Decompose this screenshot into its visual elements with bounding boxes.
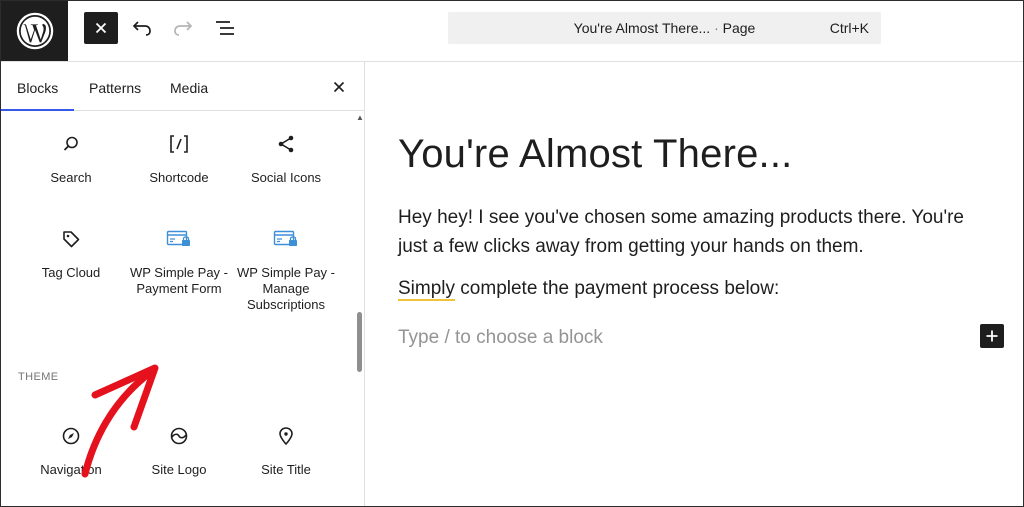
page-title[interactable]: You're Almost There... — [398, 132, 792, 177]
title-separator: · — [714, 20, 719, 36]
editor-window: You're Almost There... · Page Ctrl+K Blo… — [0, 0, 1024, 507]
paragraph-block[interactable]: Hey hey! I see you've chosen some amazin… — [398, 203, 998, 261]
scroll-up-arrow[interactable]: ▲ — [356, 113, 364, 122]
document-title: You're Almost There... — [573, 20, 711, 36]
block-wp-simple-pay-manage-subscriptions[interactable]: WP Simple Pay - Manage Subscriptions — [231, 227, 341, 313]
shortcode-icon — [170, 135, 188, 153]
redo-button[interactable] — [169, 14, 197, 42]
tag-icon — [63, 231, 80, 248]
document-overview-button[interactable] — [211, 14, 239, 42]
payment-form-icon — [273, 230, 297, 246]
tab-blocks[interactable]: Blocks — [1, 80, 75, 111]
scrollbar-thumb[interactable] — [357, 312, 362, 372]
block-label: Search — [50, 170, 92, 185]
search-icon — [63, 136, 78, 151]
paragraph-text: complete the payment process below: — [455, 278, 780, 299]
document-title-label: You're Almost There... · Page — [448, 20, 881, 36]
wordpress-icon — [16, 12, 53, 50]
block-label: Shortcode — [149, 170, 209, 185]
block-label: Social Icons — [250, 170, 322, 185]
close-icon — [95, 22, 107, 34]
tab-media[interactable]: Media — [170, 80, 208, 96]
close-icon — [333, 81, 345, 93]
block-social-icons[interactable]: Social Icons — [231, 132, 341, 186]
block-label: WP Simple Pay - Manage Subscriptions — [236, 265, 335, 312]
block-label: Tag Cloud — [41, 265, 101, 280]
block-site-title[interactable]: Site Title — [231, 424, 341, 478]
paragraph-block[interactable]: Simply complete the payment process belo… — [398, 278, 779, 300]
wordpress-logo[interactable] — [1, 1, 68, 61]
block-shortcode[interactable]: Shortcode — [124, 132, 234, 186]
undo-icon — [132, 21, 151, 36]
annotation-arrow — [81, 364, 159, 478]
share-icon — [278, 135, 294, 153]
document-type: Page — [722, 20, 756, 36]
block-wp-simple-pay-payment-form[interactable]: WP Simple Pay - Payment Form — [124, 227, 234, 297]
block-search[interactable]: Search — [16, 132, 126, 186]
plus-icon — [986, 330, 998, 342]
close-panel-button[interactable] — [328, 76, 350, 98]
keyboard-shortcut: Ctrl+K — [829, 20, 869, 36]
misspelled-word: Simply — [398, 278, 456, 299]
block-tag-cloud[interactable]: Tag Cloud — [16, 227, 126, 281]
payment-form-icon — [166, 230, 190, 246]
editor-header: You're Almost There... · Page Ctrl+K — [1, 1, 1023, 62]
tab-patterns[interactable]: Patterns — [89, 80, 141, 96]
map-marker-icon — [279, 427, 293, 446]
close-inserter-button[interactable] — [84, 12, 118, 44]
command-palette-bar[interactable]: You're Almost There... · Page Ctrl+K — [448, 12, 881, 44]
block-label: Site Title — [261, 462, 311, 477]
block-label: WP Simple Pay - Payment Form — [129, 265, 228, 296]
empty-block-placeholder[interactable]: Type / to choose a block — [398, 327, 603, 349]
undo-button[interactable] — [128, 14, 156, 42]
block-inserter-panel: Blocks Patterns Media ▲ Search Shortcode… — [1, 62, 365, 506]
inserter-tabs: Blocks Patterns Media — [1, 62, 364, 111]
site-logo-icon — [170, 427, 188, 445]
section-heading-theme: THEME — [18, 371, 59, 383]
editor-canvas: You're Almost There... Hey hey! I see yo… — [365, 62, 1023, 506]
redo-icon — [174, 21, 193, 36]
list-view-icon — [216, 21, 234, 35]
block-inserter-button[interactable] — [980, 324, 1004, 348]
